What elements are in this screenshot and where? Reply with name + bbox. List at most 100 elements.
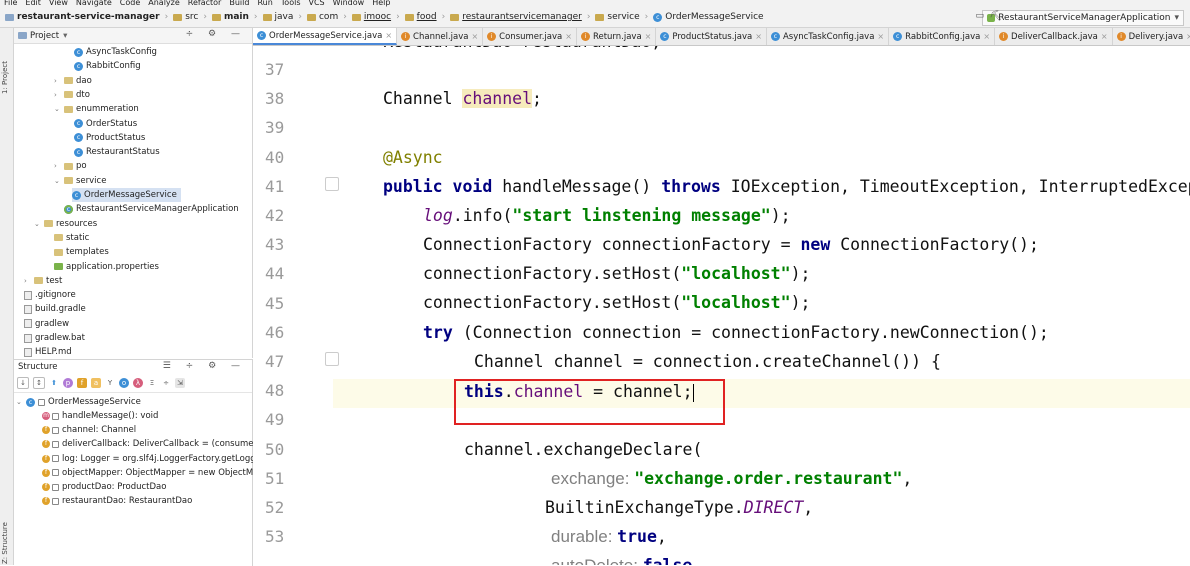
- tree-item[interactable]: ⌄ enummeration: [54, 102, 139, 116]
- structure-member[interactable]: f channel: Channel: [42, 423, 136, 437]
- tree-item[interactable]: c OrderMessageService: [72, 188, 181, 202]
- property-icon[interactable]: p: [63, 378, 73, 388]
- close-icon[interactable]: ×: [755, 32, 762, 41]
- menu-item-vcs[interactable]: VCS: [309, 0, 325, 7]
- editor-tab[interactable]: i Return.java ×: [577, 28, 657, 45]
- editor-tab[interactable]: c OrderMessageService.java ×: [253, 28, 398, 45]
- editor-tab[interactable]: i Channel.java ×: [397, 28, 484, 45]
- breadcrumb-item[interactable]: food ›: [404, 12, 445, 22]
- tree-item[interactable]: application.properties: [54, 260, 159, 274]
- tree-item[interactable]: c RestaurantServiceManagerApplication: [64, 202, 239, 216]
- close-icon[interactable]: ×: [565, 32, 572, 41]
- menu-item-view[interactable]: View: [49, 0, 68, 7]
- structure-member[interactable]: f log: Logger = org.slf4j.LoggerFactory.g…: [42, 452, 261, 466]
- menu-item-file[interactable]: File: [4, 0, 17, 7]
- project-panel-tools[interactable]: ÷ ⚙ —: [186, 29, 246, 39]
- menu-item-tools[interactable]: Tools: [281, 0, 301, 7]
- structure-member[interactable]: m handleMessage(): void: [42, 409, 158, 423]
- breadcrumb-item[interactable]: restaurantservicemanager ›: [450, 12, 590, 22]
- tree-item[interactable]: c RestaurantStatus: [74, 145, 160, 159]
- inherited-icon[interactable]: ⬆: [49, 378, 59, 388]
- breadcrumb-item[interactable]: com ›: [306, 12, 347, 22]
- tree-item[interactable]: c OrderStatus: [74, 117, 137, 131]
- sort-visibility-icon[interactable]: ↕: [33, 377, 45, 389]
- breadcrumb-item[interactable]: service ›: [595, 12, 648, 22]
- tree-item[interactable]: templates: [54, 245, 109, 259]
- tree-item[interactable]: c ProductStatus: [74, 131, 145, 145]
- fold-marker-icon[interactable]: [325, 177, 339, 191]
- menu-item-refactor[interactable]: Refactor: [188, 0, 222, 7]
- breadcrumb-item[interactable]: main ›: [211, 12, 258, 22]
- fold-marker-icon[interactable]: [325, 352, 339, 366]
- project-panel-title[interactable]: Project: [30, 31, 59, 41]
- collapse-all-icon[interactable]: ÷: [161, 378, 171, 388]
- anonymous-class-icon[interactable]: o: [119, 378, 129, 388]
- expand-arrow-icon[interactable]: ›: [24, 277, 32, 285]
- structure-member[interactable]: f objectMapper: ObjectMapper = new Object…: [42, 466, 258, 480]
- expand-arrow-icon[interactable]: ›: [54, 77, 62, 85]
- expand-arrow-icon[interactable]: ⌄: [34, 220, 42, 228]
- project-tool-tab[interactable]: 1: Project: [1, 34, 12, 94]
- editor-tab[interactable]: c ProductStatus.java ×: [656, 28, 767, 45]
- expand-all-icon[interactable]: Ξ: [147, 378, 157, 388]
- close-icon[interactable]: ×: [645, 32, 652, 41]
- breadcrumb-item[interactable]: restaurant-service-manager ›: [5, 12, 168, 22]
- editor-tab[interactable]: iDelivery.java×: [1113, 28, 1190, 45]
- structure-member[interactable]: f deliverCallback: DeliverCallback = (con…: [42, 437, 266, 451]
- autoscroll-icon[interactable]: ⇲: [175, 378, 185, 388]
- editor-tab[interactable]: i Consumer.java ×: [483, 28, 577, 45]
- sort-alpha-icon[interactable]: ↓: [17, 377, 29, 389]
- structure-tool-tab[interactable]: Z: Structure: [1, 498, 12, 564]
- filter-icon[interactable]: Y: [105, 378, 115, 388]
- breadcrumb-item[interactable]: imooc ›: [351, 12, 400, 22]
- fields-icon[interactable]: f: [77, 378, 87, 388]
- tree-item[interactable]: c AsyncTaskConfig: [74, 45, 157, 59]
- expand-arrow-icon[interactable]: ⌄: [54, 105, 62, 113]
- editor-tab[interactable]: c RabbitConfig.java ×: [889, 28, 996, 45]
- tree-item[interactable]: › po: [54, 159, 87, 173]
- tree-item[interactable]: gradlew.bat: [24, 331, 85, 345]
- editor-tab[interactable]: i DeliverCallback.java ×: [995, 28, 1113, 45]
- breadcrumb-item[interactable]: c OrderMessageService: [653, 12, 764, 22]
- structure-member[interactable]: f restaurantDao: RestaurantDao: [42, 494, 192, 508]
- lambda-icon[interactable]: λ: [133, 378, 143, 388]
- breadcrumb-item[interactable]: src ›: [173, 12, 207, 22]
- close-icon[interactable]: ×: [1186, 32, 1190, 41]
- tree-item[interactable]: .gitignore: [24, 288, 76, 302]
- tree-item[interactable]: gradlew: [24, 317, 69, 331]
- menu-item-edit[interactable]: Edit: [25, 0, 41, 7]
- tree-item[interactable]: ⌄ service: [54, 174, 106, 188]
- breadcrumb-item[interactable]: java ›: [262, 12, 302, 22]
- tree-item[interactable]: HELP.md: [24, 345, 72, 359]
- tree-item[interactable]: › test: [24, 274, 62, 288]
- tree-item[interactable]: static: [54, 231, 89, 245]
- tree-item[interactable]: › dao: [54, 74, 92, 88]
- menu-item-build[interactable]: Build: [229, 0, 249, 7]
- layout-icon[interactable]: ▭: [975, 11, 984, 21]
- close-icon[interactable]: ×: [385, 31, 392, 40]
- menu-item-code[interactable]: Code: [120, 0, 140, 7]
- structure-panel-tools[interactable]: ☰ ÷ ⚙ —: [163, 361, 246, 371]
- build-icon[interactable]: ⛏: [989, 11, 1002, 22]
- chevron-down-icon[interactable]: ▾: [63, 31, 67, 41]
- menu-item-help[interactable]: Help: [372, 0, 390, 7]
- editor-tab[interactable]: c AsyncTaskConfig.java ×: [767, 28, 890, 45]
- tree-item[interactable]: c RabbitConfig: [74, 59, 141, 73]
- close-icon[interactable]: ×: [877, 32, 884, 41]
- code-editor[interactable]: 37 38 39 40 41 42 43 44 45 46 47 48 49 50 51 52 53 Resta…: [253, 46, 1190, 565]
- tree-item[interactable]: › dto: [54, 88, 90, 102]
- tree-item[interactable]: build.gradle: [24, 302, 86, 316]
- close-icon[interactable]: ×: [471, 32, 478, 41]
- tree-item[interactable]: ⌄ resources: [34, 217, 97, 231]
- menu-item-navigate[interactable]: Navigate: [76, 0, 112, 7]
- run-configuration-select[interactable]: RestaurantServiceManagerApplication ▾: [982, 10, 1184, 26]
- menu-item-analyze[interactable]: Analyze: [148, 0, 180, 7]
- expand-arrow-icon[interactable]: ›: [54, 91, 62, 99]
- menu-item-window[interactable]: Window: [333, 0, 365, 7]
- expand-arrow-icon[interactable]: ›: [54, 162, 62, 170]
- structure-root[interactable]: ⌄ c OrderMessageService: [16, 395, 141, 409]
- structure-member[interactable]: f productDao: ProductDao: [42, 480, 166, 494]
- non-public-icon[interactable]: a: [91, 378, 101, 388]
- expand-arrow-icon[interactable]: ⌄: [54, 177, 62, 185]
- menu-item-run[interactable]: Run: [257, 0, 272, 7]
